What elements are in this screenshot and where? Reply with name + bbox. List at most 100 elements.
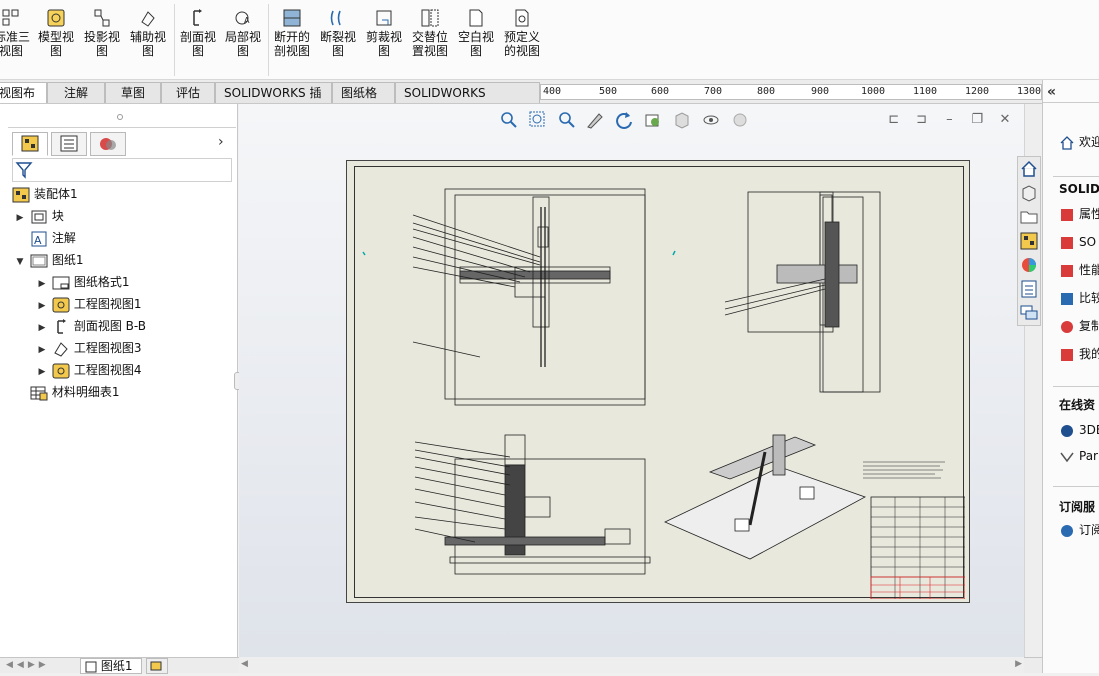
custom-properties-icon[interactable] — [1019, 279, 1039, 299]
tree-item-drawing-view3[interactable]: ▶ 工程图视图3 — [36, 338, 141, 358]
expand-arrow-icon[interactable]: ▶ — [14, 208, 26, 228]
solidworks-tool-icon — [1061, 236, 1073, 249]
ruler-label: 700 — [704, 86, 723, 97]
horizontal-scrollbar[interactable]: ◀ ▶ — [239, 657, 1024, 673]
display-style-icon[interactable] — [672, 110, 692, 130]
expand-arrow-icon[interactable]: ▶ — [36, 296, 48, 316]
expand-arrow-icon[interactable]: ▶ — [36, 362, 48, 382]
panel-grip-icon[interactable] — [117, 114, 123, 120]
heads-up-view-toolbar — [499, 110, 755, 134]
projected-view-button[interactable]: 投影视 图 — [82, 8, 122, 58]
add-sheet-button[interactable] — [146, 658, 168, 674]
forum-icon[interactable] — [1019, 303, 1039, 323]
tool-performance[interactable]: 性能 — [1059, 260, 1099, 280]
feature-manager-panel: › 装配体1 ▶ 块 A 注解 ▼ 图纸1 ▶ 图纸格式1 ▶ 工程图视图1 ▶ … — [0, 104, 242, 657]
home-icon[interactable] — [1019, 159, 1039, 179]
tree-item-drawing-view4[interactable]: ▶ 工程图视图4 — [36, 360, 141, 380]
auxiliary-view-button[interactable]: 辅助视 图 — [128, 8, 168, 58]
detail-view-button[interactable]: A 局部视 图 — [222, 8, 264, 58]
model-view-button[interactable]: 模型视 图 — [36, 8, 76, 58]
panel-expand-chevron-icon[interactable]: › — [218, 134, 224, 150]
property-manager-tab[interactable] — [51, 132, 87, 156]
file-explorer-icon[interactable] — [1019, 207, 1039, 227]
tree-item-annotations[interactable]: A 注解 — [14, 228, 76, 248]
predefined-view-button[interactable]: 预定义 的视图 — [502, 8, 542, 58]
online-parts[interactable]: Par — [1059, 446, 1098, 466]
hide-show-items-icon[interactable] — [701, 110, 721, 130]
sheet-nav-arrows-icon[interactable]: ◀◀▶▶ — [6, 660, 50, 670]
sheet-icon — [85, 661, 97, 672]
design-library-icon[interactable] — [1019, 183, 1039, 203]
tab-annotation[interactable]: 注解 — [47, 82, 105, 103]
tree-item-sheet1[interactable]: ▼ 图纸1 — [14, 250, 83, 270]
welcome-link[interactable]: 欢迎 — [1059, 132, 1099, 152]
tile-left-icon[interactable]: ⊏ — [887, 113, 901, 127]
zoom-to-fit-icon[interactable] — [499, 110, 519, 130]
view-orientation-icon[interactable] — [643, 110, 663, 130]
assembly-icon — [12, 187, 30, 202]
tree-item-label: 工程图视图4 — [73, 363, 142, 377]
online-3de[interactable]: 3DE — [1059, 420, 1099, 440]
tab-evaluate[interactable]: 评估 — [161, 82, 215, 103]
tile-right-icon[interactable]: ⊐ — [915, 113, 929, 127]
home-icon — [1060, 135, 1074, 150]
tool-properties[interactable]: 属性 — [1059, 204, 1099, 224]
tree-item-section-view-bb[interactable]: ▶ 剖面视图 B-B — [36, 316, 146, 336]
standard-three-view-icon — [2, 9, 19, 26]
sheet-format-icon — [52, 276, 70, 289]
zoom-to-area-icon[interactable] — [528, 110, 548, 130]
drawing-sheet[interactable] — [346, 160, 970, 603]
sketch-tool-icon[interactable] — [585, 110, 605, 130]
rebuild-icon[interactable] — [614, 110, 634, 130]
previous-view-icon[interactable] — [557, 110, 577, 130]
section-view-button[interactable]: 剖面视 图 — [178, 8, 218, 58]
tree-root[interactable]: 装配体1 — [12, 184, 78, 204]
expand-arrow-icon[interactable]: ▶ — [36, 340, 48, 360]
empty-view-button[interactable]: 空白视 图 — [456, 8, 496, 58]
drawing-canvas[interactable]: ⊏ ⊐ – ❐ ✕ — [239, 104, 1024, 657]
tab-solidworks-inspection[interactable]: SOLIDWORKS Inspection — [395, 82, 540, 120]
std-3view-button[interactable]: 标准三 视图 — [0, 8, 30, 58]
restore-icon[interactable]: ❐ — [970, 113, 984, 127]
tree-filter[interactable] — [12, 158, 232, 182]
tab-sheet-format[interactable]: 图纸格式 — [332, 82, 395, 120]
alternate-position-view-button[interactable]: 交替位 置视图 — [410, 8, 450, 58]
crop-view-label: 剪裁视 图 — [365, 30, 402, 58]
tab-sketch[interactable]: 草图 — [105, 82, 161, 103]
collapse-arrow-icon[interactable]: ▼ — [14, 252, 26, 272]
block-icon — [31, 210, 47, 223]
minimize-icon[interactable]: – — [942, 113, 956, 127]
tool-so[interactable]: SO — [1059, 232, 1096, 252]
expand-arrow-icon[interactable]: ▶ — [36, 274, 48, 294]
tool-copy[interactable]: 复制 — [1059, 316, 1099, 336]
add-sheet-icon — [150, 661, 162, 671]
broken-section-view-button[interactable]: 断开的 剖视图 — [272, 8, 312, 58]
tree-item-blocks[interactable]: ▶ 块 — [14, 206, 64, 226]
apply-scene-icon[interactable] — [730, 110, 750, 130]
close-icon[interactable]: ✕ — [998, 113, 1012, 127]
scroll-right-icon[interactable]: ▶ — [1015, 659, 1022, 669]
tree-item-bom1[interactable]: 材料明细表1 — [14, 382, 119, 402]
tool-compare[interactable]: 比较 — [1059, 288, 1099, 308]
tree-item-sheet-format1[interactable]: ▶ 图纸格式1 — [36, 272, 129, 292]
tool-my[interactable]: 我的 — [1059, 344, 1099, 364]
sheet-tab-sheet1[interactable]: 图纸1 — [80, 658, 142, 674]
task-pane: « 欢迎 SOLIDW 属性 SO 性能 比较 复制 我的 在线资 3DE Pa… — [1042, 80, 1099, 673]
tab-view-layout[interactable]: 视图布局 — [0, 82, 47, 120]
collapse-task-pane-icon[interactable]: « — [1047, 84, 1056, 100]
feature-manager-tab[interactable] — [12, 132, 48, 156]
tab-solidworks-addins[interactable]: SOLIDWORKS 插件 — [215, 82, 332, 120]
ruler-label: 1000 — [861, 86, 886, 97]
expand-arrow-icon[interactable]: ▶ — [36, 318, 48, 338]
engineering-drawing — [362, 188, 965, 599]
scroll-left-icon[interactable]: ◀ — [241, 659, 248, 669]
tree-item-drawing-view1[interactable]: ▶ 工程图视图1 — [36, 294, 141, 314]
appearances-icon[interactable] — [1019, 255, 1039, 275]
crop-view-button[interactable]: 剪裁视 图 — [364, 8, 404, 58]
break-view-button[interactable]: 断裂视 图 — [318, 8, 358, 58]
ruler-label: 1200 — [965, 86, 990, 97]
view-palette-icon[interactable] — [1019, 231, 1039, 251]
dim-expert-tab[interactable] — [90, 132, 126, 156]
subscription-link[interactable]: 订阅 — [1059, 520, 1099, 540]
title-block — [870, 496, 965, 599]
